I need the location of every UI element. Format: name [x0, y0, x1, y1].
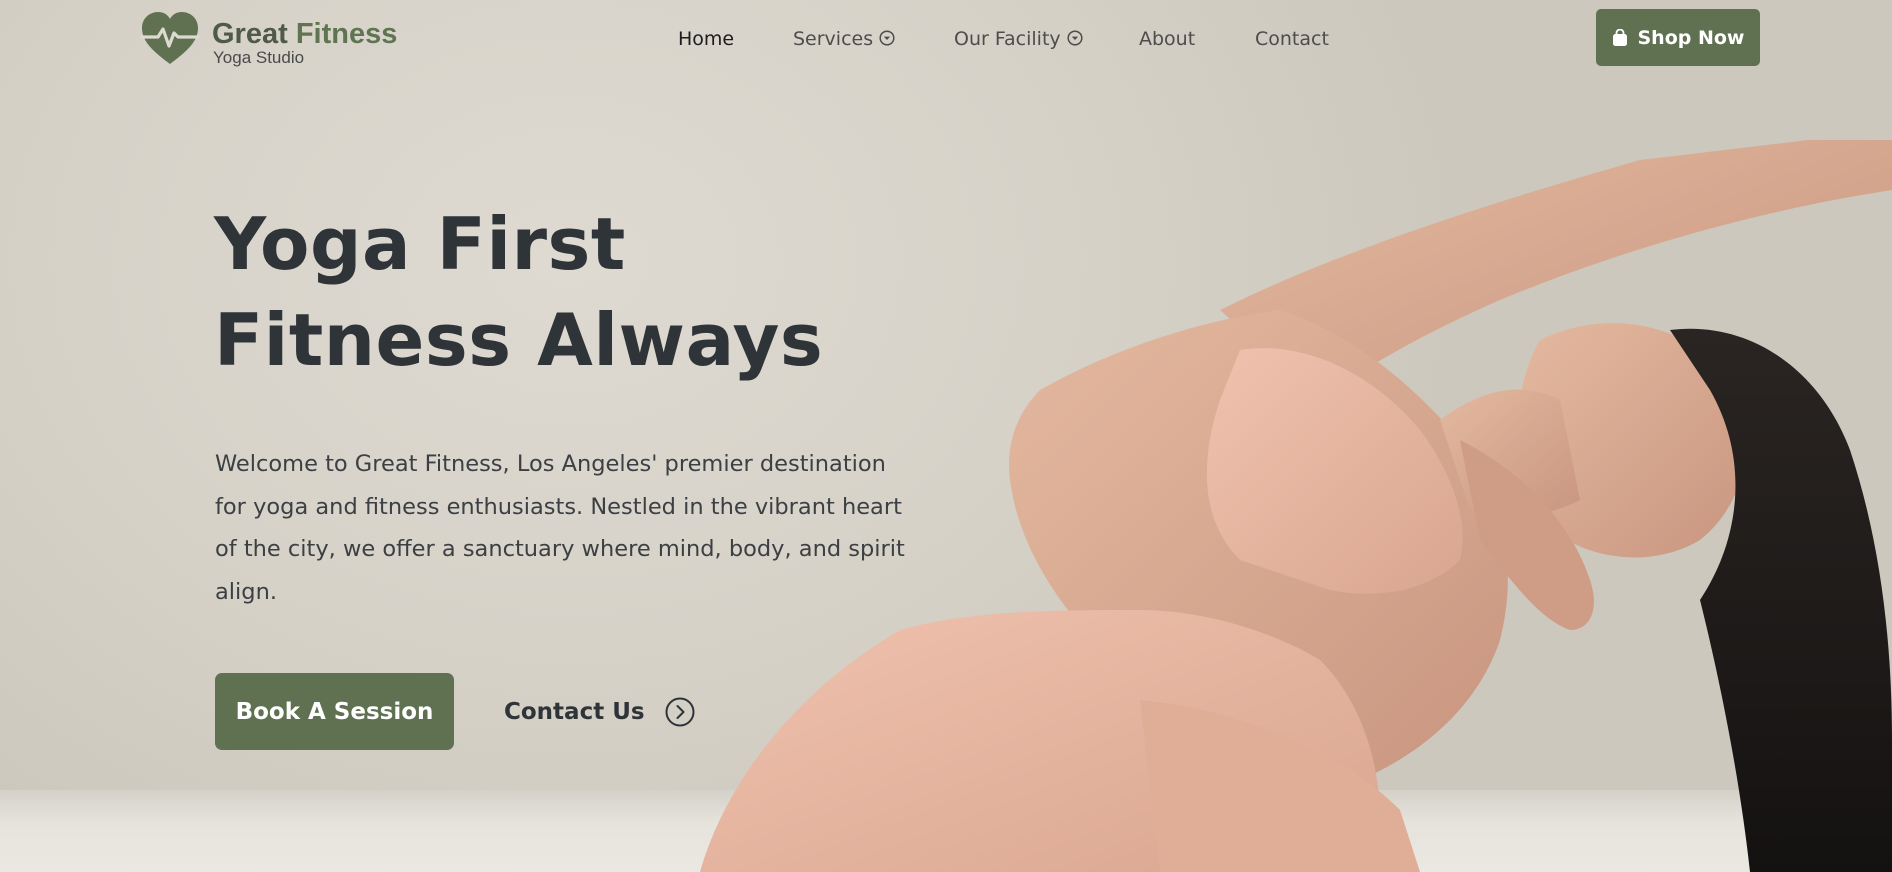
brand-name-part1: Great — [212, 18, 288, 50]
site-header: Great Fitness Yoga Studio Home Services … — [0, 0, 1892, 78]
shopping-bag-icon — [1612, 28, 1628, 47]
contact-us-label: Contact Us — [504, 699, 645, 725]
hero-headline-line1: Yoga First — [214, 202, 626, 286]
heart-pulse-icon — [140, 12, 200, 64]
chevron-right-circle-icon — [665, 697, 695, 727]
nav-item-our-facility[interactable]: Our Facility — [954, 26, 1083, 52]
nav-item-services[interactable]: Services — [793, 26, 895, 52]
chevron-down-icon — [879, 30, 895, 46]
hero-headline-line2: Fitness Always — [214, 298, 824, 382]
contact-us-link[interactable]: Contact Us — [504, 692, 695, 732]
hero-intro: Welcome to Great Fitness, Los Angeles' p… — [215, 451, 905, 605]
chevron-down-icon — [1067, 30, 1083, 46]
nav-item-label: Home — [678, 28, 735, 50]
nav-item-label: Services — [793, 28, 874, 50]
brand-name: Great Fitness — [212, 20, 397, 49]
book-session-label: Book A Session — [235, 698, 434, 725]
nav-item-about[interactable]: About — [1139, 26, 1195, 52]
hero-headline: Yoga First Fitness Always — [214, 196, 823, 388]
brand-logo[interactable]: Great Fitness Yoga Studio — [140, 10, 400, 66]
brand-tagline: Yoga Studio — [213, 48, 305, 67]
nav-item-label: Contact — [1255, 28, 1329, 50]
brand-name-part2: Fitness — [295, 18, 398, 50]
nav-item-label: About — [1139, 28, 1196, 50]
nav-item-contact[interactable]: Contact — [1255, 26, 1329, 52]
book-session-button[interactable]: Book A Session — [215, 673, 454, 750]
shop-now-button[interactable]: Shop Now — [1596, 9, 1760, 66]
shop-now-label: Shop Now — [1637, 26, 1745, 49]
nav-item-label: Our Facility — [954, 28, 1061, 50]
nav-item-home[interactable]: Home — [678, 26, 734, 52]
